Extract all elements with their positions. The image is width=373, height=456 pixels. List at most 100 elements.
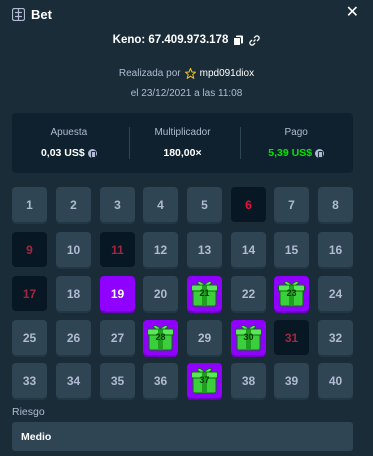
keno-tile-33[interactable]: 33 [12, 363, 47, 398]
keno-tile-number: 29 [197, 330, 212, 345]
keno-tile-22[interactable]: 22 [231, 276, 266, 311]
bet-slip-icon [12, 7, 25, 21]
keno-tile-number: 33 [22, 373, 37, 388]
keno-tile-38[interactable]: 38 [231, 363, 266, 398]
stat-payout-value: 5,39 US$ [268, 147, 313, 159]
keno-tile-32[interactable]: 32 [318, 320, 353, 355]
stat-multiplier-value: 180,00× [163, 147, 202, 159]
keno-tile-9[interactable]: 9 [12, 232, 47, 267]
keno-tile-39[interactable]: 39 [274, 363, 309, 398]
stat-multiplier-value-row: 180,00× [126, 147, 240, 159]
keno-tile-25[interactable]: 25 [12, 320, 47, 355]
gift-icon: 23 [277, 279, 306, 308]
keno-tile-31[interactable]: 31 [274, 320, 309, 355]
stat-payout: Pago 5,39 US$ [239, 113, 353, 173]
keno-tile-number: 2 [70, 197, 77, 212]
keno-tile-6[interactable]: 6 [231, 187, 266, 222]
keno-tile-11[interactable]: 11 [100, 232, 135, 267]
keno-tile-number: 3 [114, 197, 121, 212]
keno-tile-5[interactable]: 5 [187, 187, 222, 222]
keno-tile-18[interactable]: 18 [56, 276, 91, 311]
keno-tile-number: 30 [243, 332, 254, 342]
keno-tile-4[interactable]: 4 [143, 187, 178, 222]
usd-coin-icon [87, 148, 97, 158]
keno-tile-number: 10 [66, 242, 81, 257]
keno-tile-number: 40 [328, 373, 343, 388]
keno-tile-17[interactable]: 17 [12, 276, 47, 311]
placed-by-row: Realizada por mpd091diox [0, 68, 373, 79]
keno-tile-29[interactable]: 29 [187, 320, 222, 355]
stat-bet-label: Apuesta [50, 127, 88, 138]
stat-bet-value: 0,03 US$ [40, 147, 85, 159]
keno-tile-20[interactable]: 20 [143, 276, 178, 311]
keno-tile-7[interactable]: 7 [274, 187, 309, 222]
keno-tile-14[interactable]: 14 [231, 232, 266, 267]
keno-tile-number: 11 [111, 242, 124, 257]
keno-tile-number: 38 [241, 373, 256, 388]
keno-tile-10[interactable]: 10 [56, 232, 91, 267]
keno-tile-number: 12 [153, 242, 168, 257]
keno-tile-24[interactable]: 24 [318, 276, 353, 311]
keno-tile-number: 27 [110, 330, 125, 345]
keno-tile-number: 21 [199, 288, 210, 298]
keno-tile-36[interactable]: 36 [143, 363, 178, 398]
keno-tile-26[interactable]: 26 [56, 320, 91, 355]
keno-tile-number: 14 [241, 242, 256, 257]
keno-tile-number: 26 [66, 330, 81, 345]
copy-icon[interactable] [233, 35, 244, 46]
gift-icon: 37 [190, 366, 219, 395]
stat-multiplier-label: Multiplicador [154, 127, 211, 138]
keno-tile-37[interactable]: 37 [187, 363, 222, 398]
keno-tile-21[interactable]: 21 [187, 276, 222, 311]
modal-header: Bet ✕ [0, 0, 373, 28]
keno-tile-12[interactable]: 12 [143, 232, 178, 267]
keno-tile-27[interactable]: 27 [100, 320, 135, 355]
game-id-row: Keno: 67.409.973.178 [0, 34, 373, 46]
keno-tile-number: 39 [284, 373, 299, 388]
keno-tile-1[interactable]: 1 [12, 187, 47, 222]
keno-tile-number: 31 [284, 330, 299, 345]
keno-tile-number: 1 [26, 197, 33, 212]
stat-bet-value-row: 0,03 US$ [12, 147, 126, 159]
keno-tile-number: 37 [199, 375, 210, 385]
close-icon[interactable]: ✕ [346, 5, 359, 21]
keno-tile-number: 23 [286, 288, 297, 298]
keno-tile-35[interactable]: 35 [100, 363, 135, 398]
keno-tile-number: 32 [328, 330, 343, 345]
game-id: Keno: 67.409.973.178 [112, 34, 229, 46]
keno-tile-19[interactable]: 19 [100, 276, 135, 311]
keno-tile-40[interactable]: 40 [318, 363, 353, 398]
keno-tile-number: 24 [328, 286, 343, 301]
keno-tile-number: 9 [26, 242, 33, 257]
keno-tile-number: 22 [241, 286, 256, 301]
keno-tile-3[interactable]: 3 [100, 187, 135, 222]
keno-tile-28[interactable]: 28 [143, 320, 178, 355]
keno-tile-8[interactable]: 8 [318, 187, 353, 222]
keno-tile-number: 25 [22, 330, 37, 345]
keno-tile-number: 28 [155, 332, 166, 342]
keno-tile-34[interactable]: 34 [56, 363, 91, 398]
stat-multiplier: Multiplicador 180,00× [126, 113, 240, 173]
link-icon[interactable] [249, 34, 261, 46]
keno-tile-number: 17 [22, 286, 37, 301]
keno-tile-number: 19 [110, 286, 125, 301]
keno-tile-2[interactable]: 2 [56, 187, 91, 222]
username[interactable]: mpd091diox [200, 68, 254, 79]
stat-payout-value-row: 5,39 US$ [239, 147, 353, 159]
modal-title: Bet [31, 6, 52, 22]
stat-payout-label: Pago [284, 127, 308, 138]
keno-tile-number: 16 [328, 242, 343, 257]
keno-tile-30[interactable]: 30 [231, 320, 266, 355]
risk-select[interactable]: Medio [12, 422, 353, 451]
keno-tile-16[interactable]: 16 [318, 232, 353, 267]
keno-tile-number: 20 [153, 286, 168, 301]
keno-tile-number: 34 [66, 373, 81, 388]
keno-tile-13[interactable]: 13 [187, 232, 222, 267]
gift-icon: 28 [146, 323, 175, 352]
gift-icon: 30 [234, 323, 263, 352]
keno-tile-23[interactable]: 23 [274, 276, 309, 311]
keno-tile-15[interactable]: 15 [274, 232, 309, 267]
keno-tile-number: 6 [245, 197, 252, 212]
stat-bet: Apuesta 0,03 US$ [12, 113, 126, 173]
keno-tile-number: 13 [197, 242, 212, 257]
